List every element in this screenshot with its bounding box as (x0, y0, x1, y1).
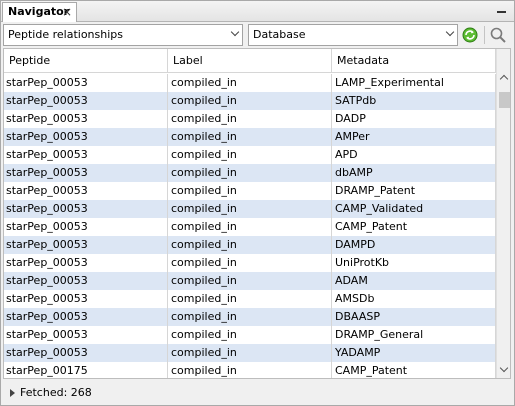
cell-peptide: starPep_00053 (4, 290, 168, 308)
table-row[interactable]: starPep_00053 compiled_in dbAMP (4, 164, 496, 182)
fetched-status[interactable]: Fetched: 268 (2, 382, 513, 404)
cell-label: compiled_in (168, 146, 332, 164)
cell-label: compiled_in (168, 326, 332, 344)
cell-label: compiled_in (168, 308, 332, 326)
cell-label: compiled_in (168, 164, 332, 182)
table-row[interactable]: starPep_00053 compiled_in AMPer (4, 128, 496, 146)
scroll-down-icon[interactable] (499, 363, 509, 373)
table-row[interactable]: starPep_00053 compiled_in AMSDb (4, 290, 496, 308)
cell-metadata: CAMP_Patent (332, 362, 496, 378)
cell-metadata: DRAMP_General (332, 326, 496, 344)
relation-select[interactable]: Peptide relationships (3, 24, 243, 46)
cell-metadata: DAMPD (332, 236, 496, 254)
cell-metadata: SATPdb (332, 92, 496, 110)
cell-metadata: YADAMP (332, 344, 496, 362)
cell-peptide: starPep_00053 (4, 218, 168, 236)
cell-metadata: DRAMP_Patent (332, 182, 496, 200)
cell-label: compiled_in (168, 218, 332, 236)
table-row[interactable]: starPep_00053 compiled_in ADAM (4, 272, 496, 290)
refresh-button[interactable] (460, 25, 480, 45)
table-row[interactable]: starPep_00053 compiled_in SATPdb (4, 92, 496, 110)
cell-peptide: starPep_00053 (4, 326, 168, 344)
search-icon (490, 27, 506, 43)
table-row[interactable]: starPep_00053 compiled_in CAMP_Validated (4, 200, 496, 218)
cell-label: compiled_in (168, 236, 332, 254)
search-button[interactable] (488, 25, 508, 45)
table-row[interactable]: starPep_00053 compiled_in DBAASP (4, 308, 496, 326)
cell-label: compiled_in (168, 254, 332, 272)
cell-peptide: starPep_00053 (4, 164, 168, 182)
table-row[interactable]: starPep_00053 compiled_in CAMP_Patent (4, 218, 496, 236)
cell-label: compiled_in (168, 128, 332, 146)
chevron-down-icon (445, 27, 455, 37)
close-icon[interactable]: × (62, 3, 72, 21)
cell-label: compiled_in (168, 290, 332, 308)
table-row[interactable]: starPep_00053 compiled_in UniProtKb (4, 254, 496, 272)
table-row[interactable]: starPep_00053 compiled_in YADAMP (4, 344, 496, 362)
cell-peptide: starPep_00053 (4, 182, 168, 200)
fetched-count: Fetched: 268 (20, 386, 92, 399)
column-header-label[interactable]: Label (168, 49, 332, 73)
toolbar: Peptide relationships Database (2, 23, 513, 47)
cell-metadata: CAMP_Validated (332, 200, 496, 218)
tab-bar: Navigator × (1, 1, 514, 22)
toolbar-separator (484, 26, 485, 44)
table-row[interactable]: starPep_00053 compiled_in DRAMP_Patent (4, 182, 496, 200)
cell-peptide: starPep_00053 (4, 74, 168, 92)
cell-label: compiled_in (168, 110, 332, 128)
table-row[interactable]: starPep_00053 compiled_in APD (4, 146, 496, 164)
table-body: starPep_00053 compiled_in LAMP_Experimenta… (4, 74, 496, 378)
cell-peptide: starPep_00175 (4, 362, 168, 378)
column-header-peptide[interactable]: Peptide (4, 49, 168, 73)
table-row[interactable]: starPep_00175 compiled_in CAMP_Patent (4, 362, 496, 378)
table-row[interactable]: starPep_00053 compiled_in LAMP_Experimenta… (4, 74, 496, 92)
table-row[interactable]: starPep_00053 compiled_in DAMPD (4, 236, 496, 254)
cell-peptide: starPep_00053 (4, 272, 168, 290)
source-select-value: Database (253, 28, 306, 41)
cell-label: compiled_in (168, 272, 332, 290)
cell-label: compiled_in (168, 344, 332, 362)
minimize-icon[interactable] (497, 11, 506, 13)
cell-peptide: starPep_00053 (4, 344, 168, 362)
vertical-scrollbar[interactable] (496, 49, 510, 378)
cell-peptide: starPep_00053 (4, 92, 168, 110)
tab-navigator[interactable]: Navigator × (2, 2, 77, 22)
table-header: Peptide Label Metadata (4, 49, 496, 73)
cell-metadata: LAMP_Experimental (332, 74, 496, 92)
cell-metadata: DBAASP (332, 308, 496, 326)
cell-metadata: ADAM (332, 272, 496, 290)
cell-metadata: dbAMP (332, 164, 496, 182)
cell-label: compiled_in (168, 74, 332, 92)
cell-peptide: starPep_00053 (4, 236, 168, 254)
cell-peptide: starPep_00053 (4, 128, 168, 146)
cell-peptide: starPep_00053 (4, 200, 168, 218)
cell-label: compiled_in (168, 182, 332, 200)
cell-peptide: starPep_00053 (4, 308, 168, 326)
cell-peptide: starPep_00053 (4, 254, 168, 272)
relation-select-value: Peptide relationships (8, 28, 123, 41)
cell-peptide: starPep_00053 (4, 110, 168, 128)
tab-title: Navigator (8, 5, 70, 18)
table-row[interactable]: starPep_00053 compiled_in DADP (4, 110, 496, 128)
cell-label: compiled_in (168, 92, 332, 110)
cell-metadata: APD (332, 146, 496, 164)
cell-label: compiled_in (168, 362, 332, 378)
cell-metadata: DADP (332, 110, 496, 128)
cell-metadata: CAMP_Patent (332, 218, 496, 236)
source-select[interactable]: Database (248, 24, 458, 46)
relationships-table: Peptide Label Metadata starPep_00053 comp… (3, 48, 511, 379)
cell-metadata: UniProtKb (332, 254, 496, 272)
scroll-up-icon[interactable] (499, 74, 509, 84)
refresh-icon (462, 27, 478, 43)
expand-triangle-icon[interactable] (10, 389, 15, 397)
cell-metadata: AMSDb (332, 290, 496, 308)
cell-peptide: starPep_00053 (4, 146, 168, 164)
cell-label: compiled_in (168, 200, 332, 218)
navigator-window: Navigator × Peptide relationships Databa… (0, 0, 515, 406)
chevron-down-icon (230, 27, 240, 37)
table-row[interactable]: starPep_00053 compiled_in DRAMP_General (4, 326, 496, 344)
scroll-thumb[interactable] (499, 92, 510, 108)
column-header-metadata[interactable]: Metadata (332, 49, 496, 73)
cell-metadata: AMPer (332, 128, 496, 146)
